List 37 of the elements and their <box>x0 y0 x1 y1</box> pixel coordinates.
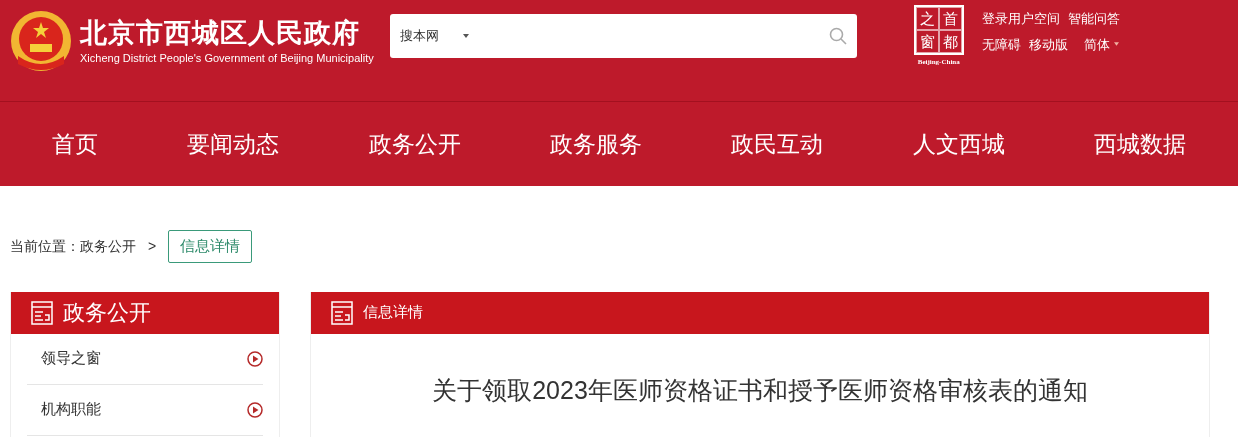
search-scope[interactable]: 搜本网 <box>399 26 439 46</box>
search-icon[interactable] <box>828 27 847 45</box>
nav-tab[interactable]: 人文西城 <box>910 120 1007 168</box>
nav-tab[interactable]: 首页 <box>50 120 100 168</box>
breadcrumb-link[interactable]: 政务公开 <box>80 235 136 257</box>
document-icon <box>331 300 353 325</box>
search-field[interactable]: 搜本网 <box>389 14 857 58</box>
header-link[interactable]: 登录用户空间 <box>981 9 1060 29</box>
caret-icon <box>462 34 469 38</box>
header-link[interactable]: 无障碍 <box>981 34 1021 54</box>
site-title: 北京市西城区人民政府 <box>80 17 361 50</box>
play-circle-icon <box>247 401 263 418</box>
nav-tab[interactable]: 西城数据 <box>1091 120 1188 168</box>
nav-tab[interactable]: 政务公开 <box>366 120 463 168</box>
sidebar-item[interactable]: 领导之窗 <box>27 333 263 385</box>
site-subtitle: Xicheng District People's Government of Beijing Municipality <box>80 51 374 66</box>
caret-icon <box>1113 42 1119 47</box>
play-circle-icon <box>247 350 263 367</box>
logo-character: 都 <box>938 30 962 53</box>
language-dropdown[interactable]: 简体 <box>1083 34 1119 54</box>
logo-character: 之 <box>915 7 939 30</box>
article-panel-title: 信息详情 <box>363 302 423 323</box>
breadcrumb-separator: > <box>148 236 157 256</box>
logo-character: 窗 <box>915 30 939 53</box>
header-link[interactable]: 移动版 <box>1028 34 1068 54</box>
nav-tab[interactable]: 政民互动 <box>729 120 826 168</box>
sidebar-item[interactable]: 机构职能 <box>27 384 263 436</box>
header-link[interactable]: 智能问答 <box>1067 9 1120 29</box>
breadcrumb-prefix: 当前位置： <box>10 236 80 256</box>
breadcrumb-current: 信息详情 <box>168 230 253 263</box>
sidebar-title: 政务公开 <box>63 299 151 327</box>
logo-character: 首 <box>938 7 962 30</box>
emblem-icon <box>10 10 72 72</box>
nav-tab[interactable]: 要闻动态 <box>185 120 282 168</box>
document-icon <box>31 300 53 325</box>
article-title: 关于领取2023年医师资格证书和授予医师资格审核表的通知 <box>432 374 1088 406</box>
nav-tab[interactable]: 政务服务 <box>548 120 644 168</box>
